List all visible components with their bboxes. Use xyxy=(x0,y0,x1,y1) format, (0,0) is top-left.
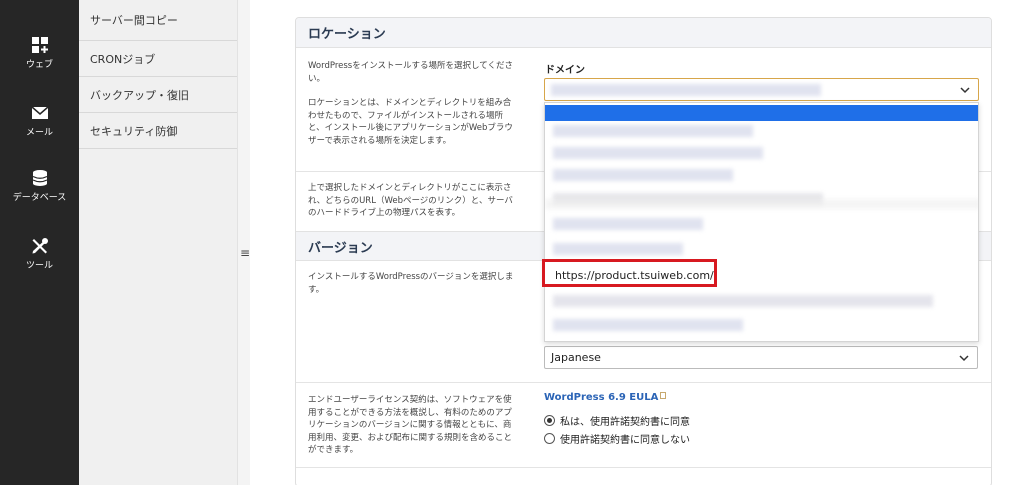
eula-link-text: WordPress 6.9 EULA xyxy=(544,392,659,403)
blurred-option[interactable] xyxy=(553,169,733,181)
disagree-option[interactable]: 使用許諾契約書に同意しない xyxy=(544,431,690,446)
version-desc: インストールするWordPressのバージョンを選択します。 xyxy=(308,272,514,295)
subnav-item-backup[interactable]: バックアップ・復旧 xyxy=(79,77,237,113)
domain-dropdown-list[interactable]: https://product.tsuiweb.com/ xyxy=(544,102,979,342)
rail-item-database[interactable]: データベース xyxy=(0,169,79,203)
blurred-option[interactable] xyxy=(553,295,933,307)
agree-radio[interactable] xyxy=(544,415,555,426)
rail-item-tools[interactable]: ツール xyxy=(0,237,79,271)
tools-icon xyxy=(32,238,48,254)
path-desc: 上で選択したドメインとディレクトリがここに表示され、どちらのURL（Webページ… xyxy=(308,183,513,218)
domain-label: ドメイン xyxy=(545,65,585,76)
blurred-option[interactable] xyxy=(553,125,753,137)
annotation-highlight-box xyxy=(542,259,717,287)
sub-sidebar: サーバー間コピー CRONジョブ バックアップ・復旧 セキュリティ防御 xyxy=(79,0,238,485)
chevron-down-icon xyxy=(959,355,969,362)
rail-item-label: ツール xyxy=(25,261,53,271)
collapse-sidebar-icon[interactable]: ≡ xyxy=(240,246,250,260)
language-select[interactable]: Japanese xyxy=(544,346,978,369)
subnav-item-label: セキュリティ防御 xyxy=(90,124,178,138)
rail-item-label: メール xyxy=(25,128,53,138)
rail-item-label: ウェブ xyxy=(25,60,53,70)
subnav-item-security[interactable]: セキュリティ防御 xyxy=(79,113,237,149)
location-desc-detail: ロケーションとは、ドメインとディレクトリを組み合わせたもので、ファイルがインスト… xyxy=(308,98,513,146)
dropdown-option-selected[interactable] xyxy=(545,105,978,121)
blurred-option[interactable] xyxy=(553,147,763,159)
eula-link[interactable]: WordPress 6.9 EULA xyxy=(544,392,667,403)
eula-desc: エンドユーザーライセンス契約は、ソフトウェアを使用することができる方法を概説し、… xyxy=(308,395,513,455)
subnav-item-label: バックアップ・復旧 xyxy=(90,88,189,102)
location-section-title: ロケーション xyxy=(296,18,991,48)
rail-item-mail[interactable]: メール xyxy=(0,104,79,138)
blurred-band xyxy=(545,199,978,209)
agree-option[interactable]: 私は、使用許諾契約書に同意 xyxy=(544,413,690,428)
divider xyxy=(296,382,991,383)
blurred-value xyxy=(551,84,821,96)
agree-label: 私は、使用許諾契約書に同意 xyxy=(560,417,690,428)
domain-select[interactable] xyxy=(544,78,979,101)
divider xyxy=(296,467,991,468)
blurred-option[interactable] xyxy=(553,319,743,331)
blurred-option[interactable] xyxy=(553,218,703,230)
subnav-item-label: CRONジョブ xyxy=(90,52,156,66)
language-value: Japanese xyxy=(551,351,601,364)
chevron-down-icon xyxy=(960,87,970,94)
database-icon xyxy=(32,170,47,186)
disagree-radio[interactable] xyxy=(544,433,555,444)
left-rail: ウェブ メール データベース ツール xyxy=(0,0,79,485)
web-plus-icon xyxy=(31,37,48,53)
mail-icon xyxy=(31,106,48,119)
subnav-item-cron[interactable]: CRONジョブ xyxy=(79,41,237,77)
blurred-option[interactable] xyxy=(553,243,683,255)
external-link-icon xyxy=(660,392,667,399)
disagree-label: 使用許諾契約書に同意しない xyxy=(560,435,690,446)
subnav-item-server-copy[interactable]: サーバー間コピー xyxy=(79,0,237,41)
location-desc: WordPressをインストールする場所を選択してください。 xyxy=(308,61,514,84)
rail-item-label: データベース xyxy=(12,193,67,203)
rail-item-web[interactable]: ウェブ xyxy=(0,36,79,70)
subnav-item-label: サーバー間コピー xyxy=(90,14,178,27)
